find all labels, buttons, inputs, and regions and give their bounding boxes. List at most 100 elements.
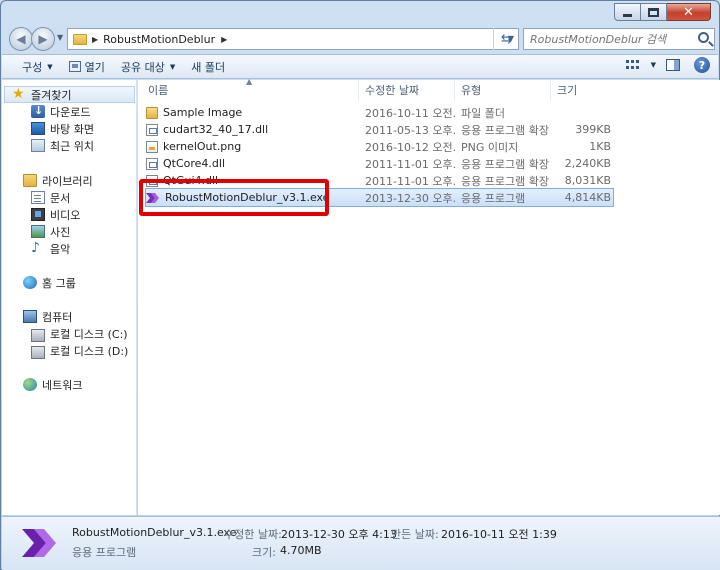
file-date: 2011-11-01 오후... [365,157,455,171]
star-icon: ★ [12,86,25,102]
drive-icon [31,328,45,342]
file-type: 응용 프로그램 확장 [461,157,549,171]
forward-button[interactable]: ▶ [31,27,55,51]
preview-pane-icon[interactable] [666,59,680,71]
open-icon [68,61,81,72]
view-options-icon[interactable] [625,59,640,71]
address-path[interactable]: RobustMotionDeblur [103,33,215,46]
column-header-type[interactable]: 유형 [455,80,551,100]
file-name: Sample Image [163,106,243,119]
file-date: 2011-11-01 오후... [365,174,455,188]
desktop-icon [31,122,45,135]
minimize-button[interactable] [614,3,641,21]
column-header-date[interactable]: 수정한 날짜 [359,80,455,100]
organize-menu[interactable]: 구성 ▼ [14,56,61,78]
file-size: 2,240KB [564,157,611,170]
dll-file-icon [146,123,158,136]
computer-group: 컴퓨터 로컬 디스크 (C:) 로컬 디스크 (D:) [2,308,137,359]
search-box[interactable] [523,28,715,50]
sidebar-item-homegroup[interactable]: 홈 그룹 [2,274,137,291]
recent-pages-dropdown-icon[interactable]: ▼ [57,33,63,42]
network-icon [23,378,37,391]
command-bar: 구성 ▼ 열기 공유 대상 ▼ 새 폴더 ▼ ? [2,54,718,79]
share-menu[interactable]: 공유 대상 ▼ [113,56,183,78]
navigation-pane: ★ 즐겨찾기 다운로드 바탕 화면 최근 위치 라이브러리 [2,80,137,515]
file-type: 응용 프로그램 확장 [461,123,549,137]
caption-buttons: ✕ [614,3,711,21]
chevron-right-icon[interactable]: ▶ [92,35,98,44]
music-icon: ♪ [31,240,40,256]
sidebar-item-drive-c[interactable]: 로컬 디스크 (C:) [2,325,137,342]
homegroup-icon [23,276,37,289]
sidebar-item-downloads[interactable]: 다운로드 [2,103,137,120]
file-row[interactable]: QtCore4.dll 2011-11-01 오후... 응용 프로그램 확장 … [146,155,613,172]
sidebar-item-recent[interactable]: 최근 위치 [2,137,137,154]
homegroup-label: 홈 그룹 [42,276,76,290]
details-pane: RobustMotionDeblur_v3.1.exe 응용 프로그램 수정한 … [2,516,720,570]
file-size: 4,814KB [564,191,611,204]
column-headers: 이름 ▲ 수정한 날짜 유형 크기 [138,77,720,100]
refresh-icon: ⇆ [501,31,512,47]
dll-file-icon [146,157,158,170]
maximize-button[interactable] [641,3,667,21]
search-icon[interactable] [698,32,709,43]
sidebar-item-videos[interactable]: 비디오 [2,206,137,223]
caret-down-icon: ▼ [47,62,53,71]
close-button[interactable]: ✕ [667,3,711,21]
refresh-button[interactable]: ⇆ [493,28,519,50]
new-folder-button[interactable]: 새 폴더 [183,56,233,78]
file-size: 399KB [575,123,611,136]
file-name: cudart32_40_17.dll [163,123,269,136]
column-header-name[interactable]: 이름 ▲ [138,77,359,100]
file-row[interactable]: Sample Image 2016-10-11 오전... 파일 폴더 [146,104,613,121]
sidebar-item-libraries[interactable]: 라이브러리 [2,172,137,189]
file-row[interactable]: cudart32_40_17.dll 2011-05-13 오후... 응용 프… [146,121,613,138]
path-chevron-icon[interactable]: ▶ [221,35,227,44]
search-input[interactable] [530,32,690,46]
file-type: 응용 프로그램 확장 [461,174,549,188]
sort-ascending-icon: ▲ [246,77,253,86]
highlight-annotation-box [139,179,329,216]
maximize-icon [648,7,659,17]
video-icon [31,208,45,221]
sidebar-item-documents[interactable]: 문서 [2,189,137,206]
sidebar-item-label: 로컬 디스크 (D:) [50,344,129,358]
back-button[interactable]: ◀ [9,27,33,51]
sidebar-item-label: 바탕 화면 [50,122,94,136]
sidebar-item-pictures[interactable]: 사진 [2,223,137,240]
file-type: 파일 폴더 [461,106,505,120]
file-row[interactable]: kernelOut.png 2016-10-12 오전... PNG 이미지 1… [146,138,613,155]
sidebar-item-desktop[interactable]: 바탕 화면 [2,120,137,137]
file-date: 2013-12-30 오후... [365,191,455,205]
address-bar[interactable]: ▶ RobustMotionDeblur ▶ ▼ [67,28,519,50]
open-button[interactable]: 열기 [61,56,113,78]
column-header-size[interactable]: 크기 [551,80,611,100]
forward-arrow-icon: ▶ [38,32,48,46]
recent-places-icon [31,139,45,152]
new-folder-label: 새 폴더 [191,60,226,74]
sidebar-item-favorites[interactable]: ★ 즐겨찾기 [4,86,135,103]
sidebar-item-drive-d[interactable]: 로컬 디스크 (D:) [2,342,137,359]
file-date: 2011-05-13 오후... [365,123,455,137]
column-date-label: 수정한 날짜 [365,84,420,97]
pictures-icon [31,225,45,238]
help-icon[interactable]: ? [694,57,710,73]
file-date: 2016-10-11 오전... [365,106,455,120]
file-size: 8,031KB [564,174,611,187]
details-modified-value: 2013-12-30 오후 4:13 [281,528,397,541]
sidebar-item-label: 문서 [50,191,71,205]
sidebar-item-computer[interactable]: 컴퓨터 [2,308,137,325]
explorer-window: ✕ ◀ ▶ ▼ ▶ RobustMotionDeblur ▶ ▼ ⇆ 구성 ▼ … [0,0,720,570]
sidebar-item-network[interactable]: 네트워크 [2,376,137,393]
folder-icon [73,33,87,45]
network-label: 네트워크 [42,378,83,392]
file-list: 이름 ▲ 수정한 날짜 유형 크기 Sample Image 2016-10-1… [138,77,720,515]
network-group: 네트워크 [2,376,137,393]
details-file-type: 응용 프로그램 [72,546,137,559]
exe-large-icon [22,529,56,557]
file-size: 1KB [589,140,611,153]
sidebar-item-music[interactable]: ♪ 음악 [2,240,137,257]
view-caret-icon[interactable]: ▼ [651,61,656,69]
toolbar-right: ▼ ? [625,57,710,73]
minimize-icon [623,13,632,17]
